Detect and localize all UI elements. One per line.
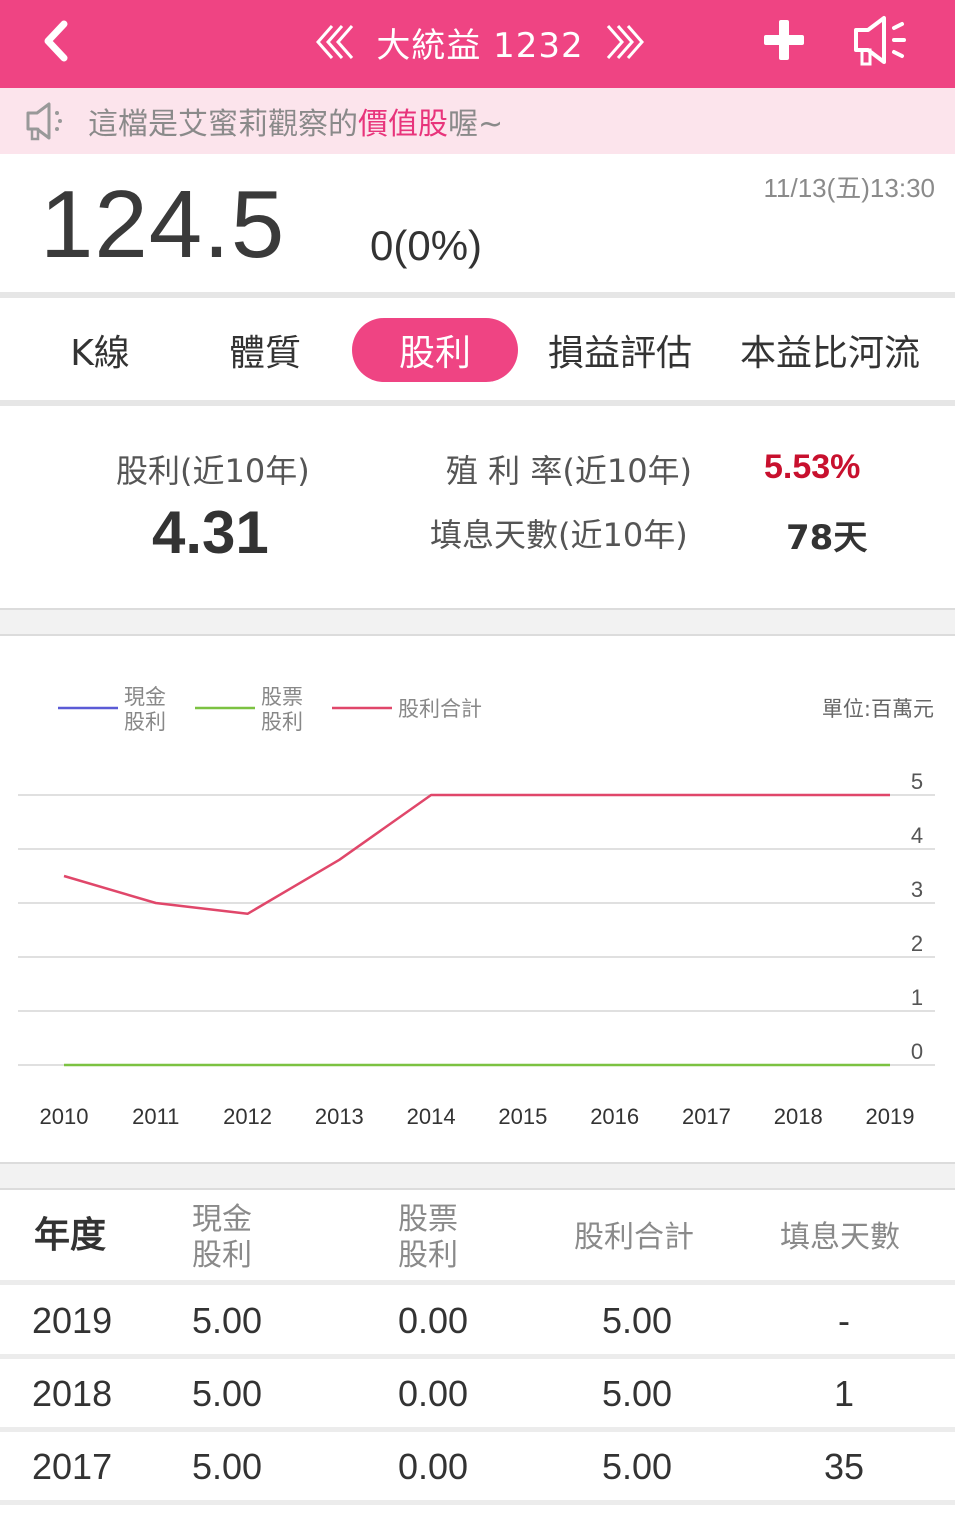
cell-cash-dividend: 5.00 xyxy=(192,1300,263,1341)
section-gap xyxy=(0,608,955,636)
cell-year: 2018 xyxy=(32,1373,113,1414)
dividend-line-chart: 0 1 2 3 4 5 2010 2011 2012 2013 2014 2015 2016 2017 20… xyxy=(18,685,935,1129)
header-year: 年度 xyxy=(34,1215,107,1256)
x-tick-label: 2018 xyxy=(774,1104,823,1129)
x-tick-label: 2014 xyxy=(407,1104,456,1129)
y-tick-label: 3 xyxy=(911,877,923,902)
legend-label: 現金 xyxy=(124,685,166,709)
plus-icon[interactable] xyxy=(758,14,810,66)
legend-label: 股利合計 xyxy=(398,697,482,721)
legend-label: 股利 xyxy=(261,710,303,734)
table-header: 年度 現金 股利 股票 股利 股利合計 填息天數 xyxy=(0,1190,955,1282)
tab-dividend[interactable]: 股利 xyxy=(352,318,518,382)
cell-total-dividend: 5.00 xyxy=(602,1300,673,1341)
x-tick-label: 2017 xyxy=(682,1104,731,1129)
stock-price: 124.5 xyxy=(40,171,286,278)
x-tick-label: 2013 xyxy=(315,1104,364,1129)
header-total-dividend: 股利合計 xyxy=(574,1220,694,1255)
cell-stock-dividend: 0.00 xyxy=(398,1300,469,1341)
double-chevron-right-icon[interactable] xyxy=(604,22,650,62)
cell-year: 2019 xyxy=(32,1300,113,1341)
table-row: 2018 5.00 0.00 5.00 1 xyxy=(0,1359,955,1429)
stock-title-bar: 大統益 1232 xyxy=(300,14,660,70)
x-tick-label: 2015 xyxy=(498,1104,547,1129)
dividend-10y-label: 股利(近10年) xyxy=(116,452,310,490)
table-row: 2017 5.00 0.00 5.00 35 xyxy=(0,1432,955,1502)
tab-pe-river[interactable]: 本益比河流 xyxy=(740,318,955,382)
notice-highlight: 價值股 xyxy=(358,107,448,142)
y-tick-label: 2 xyxy=(911,931,923,956)
cell-fill-days: - xyxy=(838,1300,850,1341)
row-divider xyxy=(0,1280,955,1285)
cell-cash-dividend: 5.00 xyxy=(192,1373,263,1414)
x-tick-label: 2010 xyxy=(40,1104,89,1129)
chevron-left-icon[interactable] xyxy=(30,14,86,70)
y-tick-label: 5 xyxy=(911,769,923,794)
x-tick-label: 2016 xyxy=(590,1104,639,1129)
row-divider xyxy=(0,1500,955,1505)
speaker-icon xyxy=(26,102,62,141)
cell-total-dividend: 5.00 xyxy=(602,1373,673,1414)
divider xyxy=(0,292,955,298)
legend-label: 股利 xyxy=(124,710,166,734)
tab-fundamentals[interactable]: 體質 xyxy=(200,318,330,382)
cell-stock-dividend: 0.00 xyxy=(398,1446,469,1487)
x-tick-label: 2011 xyxy=(132,1104,179,1129)
yield-value: 5.53% xyxy=(764,448,861,486)
double-chevron-left-icon[interactable] xyxy=(310,22,356,62)
cell-stock-dividend: 0.00 xyxy=(398,1373,469,1414)
cell-cash-dividend: 5.00 xyxy=(192,1446,263,1487)
cell-fill-days: 35 xyxy=(824,1446,865,1487)
header-stock-dividend: 股票 股利 xyxy=(398,1202,458,1273)
yield-label: 殖 利 率(近10年) xyxy=(446,452,693,490)
table-row: 2019 5.00 0.00 5.00 - xyxy=(0,1286,955,1356)
dividend-10y-value: 4.31 xyxy=(152,499,269,566)
series-line xyxy=(63,793,890,916)
fill-days-label: 填息天數(近10年) xyxy=(430,516,688,554)
notice-text: 這檔是艾蜜莉觀察的價值股喔~ xyxy=(88,107,504,142)
unit-label: 單位:百萬元 xyxy=(822,697,934,721)
notice-bar: 這檔是艾蜜莉觀察的價值股喔~ xyxy=(0,88,955,154)
fill-days-value: 78天 xyxy=(786,518,868,558)
y-tick-label: 4 xyxy=(911,823,923,848)
cell-year: 2017 xyxy=(32,1446,113,1487)
tab-profit-eval[interactable]: 損益評估 xyxy=(540,318,700,382)
top-app-bar: 大統益 1232 xyxy=(0,0,955,88)
price-change: 0(0%) xyxy=(370,222,483,269)
y-tick-label: 1 xyxy=(911,985,923,1010)
quote-datetime: 11/13(五)13:30 xyxy=(763,173,935,203)
y-tick-label: 0 xyxy=(911,1039,923,1064)
legend-label: 股票 xyxy=(261,685,303,709)
header-cash-dividend: 現金 股利 xyxy=(192,1202,252,1273)
tab-kline[interactable]: K線 xyxy=(40,318,160,382)
header-fill-days: 填息天數 xyxy=(780,1220,900,1255)
x-tick-label: 2019 xyxy=(866,1104,915,1129)
stock-title: 大統益 1232 xyxy=(376,25,584,66)
speaker-icon[interactable] xyxy=(850,12,910,68)
divider xyxy=(0,400,955,406)
cell-total-dividend: 5.00 xyxy=(602,1446,673,1487)
tab-bar: K線 體質 股利 損益評估 本益比河流 xyxy=(0,300,955,400)
x-tick-label: 2012 xyxy=(223,1104,272,1129)
cell-fill-days: 1 xyxy=(834,1373,855,1414)
section-gap xyxy=(0,1162,955,1190)
